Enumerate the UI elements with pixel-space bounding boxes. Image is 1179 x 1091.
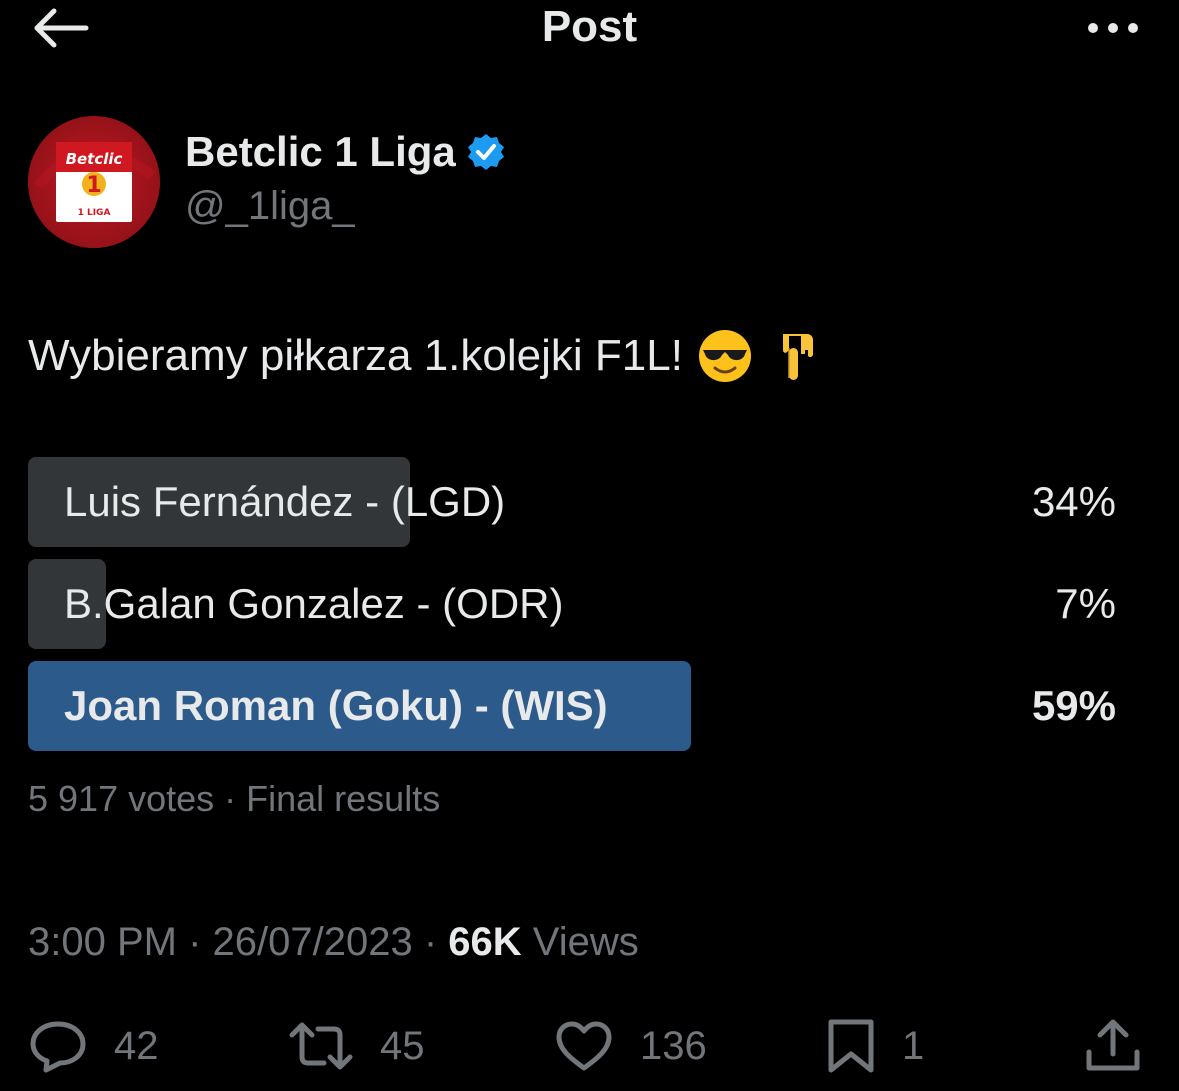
smiling-face-with-sunglasses-icon [698,330,751,382]
reply-count: 42 [114,1023,159,1068]
share-button[interactable] [1084,1016,1142,1076]
poll-option-winner: Joan Roman (Goku) - (WIS) 59% [28,661,1118,751]
tweet-text: Wybieramy piłkarza 1.kolejki F1L! [28,328,823,384]
verified-badge-icon [467,134,504,170]
bookmark-icon [828,1019,874,1073]
like-count: 136 [640,1023,707,1068]
poll-option-label: B.Galan Gonzalez - (ODR) [64,580,564,627]
poll-option-percent: 34% [1031,478,1116,525]
bookmark-button[interactable]: 1 [826,1016,924,1076]
post-timestamp: 3:00 PM · 26/07/2023 · 66K Views [28,920,639,965]
more-horizontal-icon [1088,23,1138,33]
bookmark-count: 1 [902,1023,925,1068]
repost-icon [289,1022,353,1070]
poll-option-percent: 59% [1031,682,1116,729]
more-options-button[interactable] [1083,14,1143,42]
post-time[interactable]: 3:00 PM [28,920,177,964]
views-count[interactable]: 66K [448,920,521,964]
poll-option: Luis Fernández - (LGD) 34% [28,457,1118,547]
repost-button[interactable]: 45 [288,1016,425,1076]
poll-option: B.Galan Gonzalez - (ODR) 7% [28,559,1118,649]
repost-count: 45 [380,1023,425,1068]
separator: · [176,920,213,964]
poll-option-label: Luis Fernández - (LGD) [64,478,506,525]
svg-text:1: 1 [86,173,101,198]
betclic-1liga-logo: Betclic 1 1 LIGA [28,116,160,248]
svg-text:1 LIGA: 1 LIGA [78,208,111,218]
poll-meta: 5 917 votes · Final results [28,778,441,819]
svg-text:Betclic: Betclic [66,150,123,168]
avatar[interactable]: Betclic 1 1 LIGA [28,116,160,248]
tweet-body: Wybieramy piłkarza 1.kolejki F1L! [28,331,683,380]
views-label[interactable]: Views [522,920,639,964]
heart-icon [556,1021,612,1071]
backhand-index-pointing-down-icon [782,334,813,380]
poll-option-label: Joan Roman (Goku) - (WIS) [64,682,608,729]
like-button[interactable]: 136 [554,1016,707,1076]
post-page: Post Betclic 1 1 LIGA Betclic 1 Liga @_1… [0,0,1179,1091]
post-date[interactable]: 26/07/2023 [213,920,413,964]
share-icon [1086,1019,1140,1071]
page-title: Post [541,2,638,51]
separator: · [412,920,449,964]
display-name[interactable]: Betclic 1 Liga [185,128,456,176]
reply-icon [30,1021,86,1073]
author-name-row[interactable]: Betclic 1 Liga [185,128,506,176]
reply-button[interactable]: 42 [28,1016,159,1076]
author-handle[interactable]: @_1liga_ [185,184,355,229]
poll-option-percent: 7% [1055,580,1116,627]
